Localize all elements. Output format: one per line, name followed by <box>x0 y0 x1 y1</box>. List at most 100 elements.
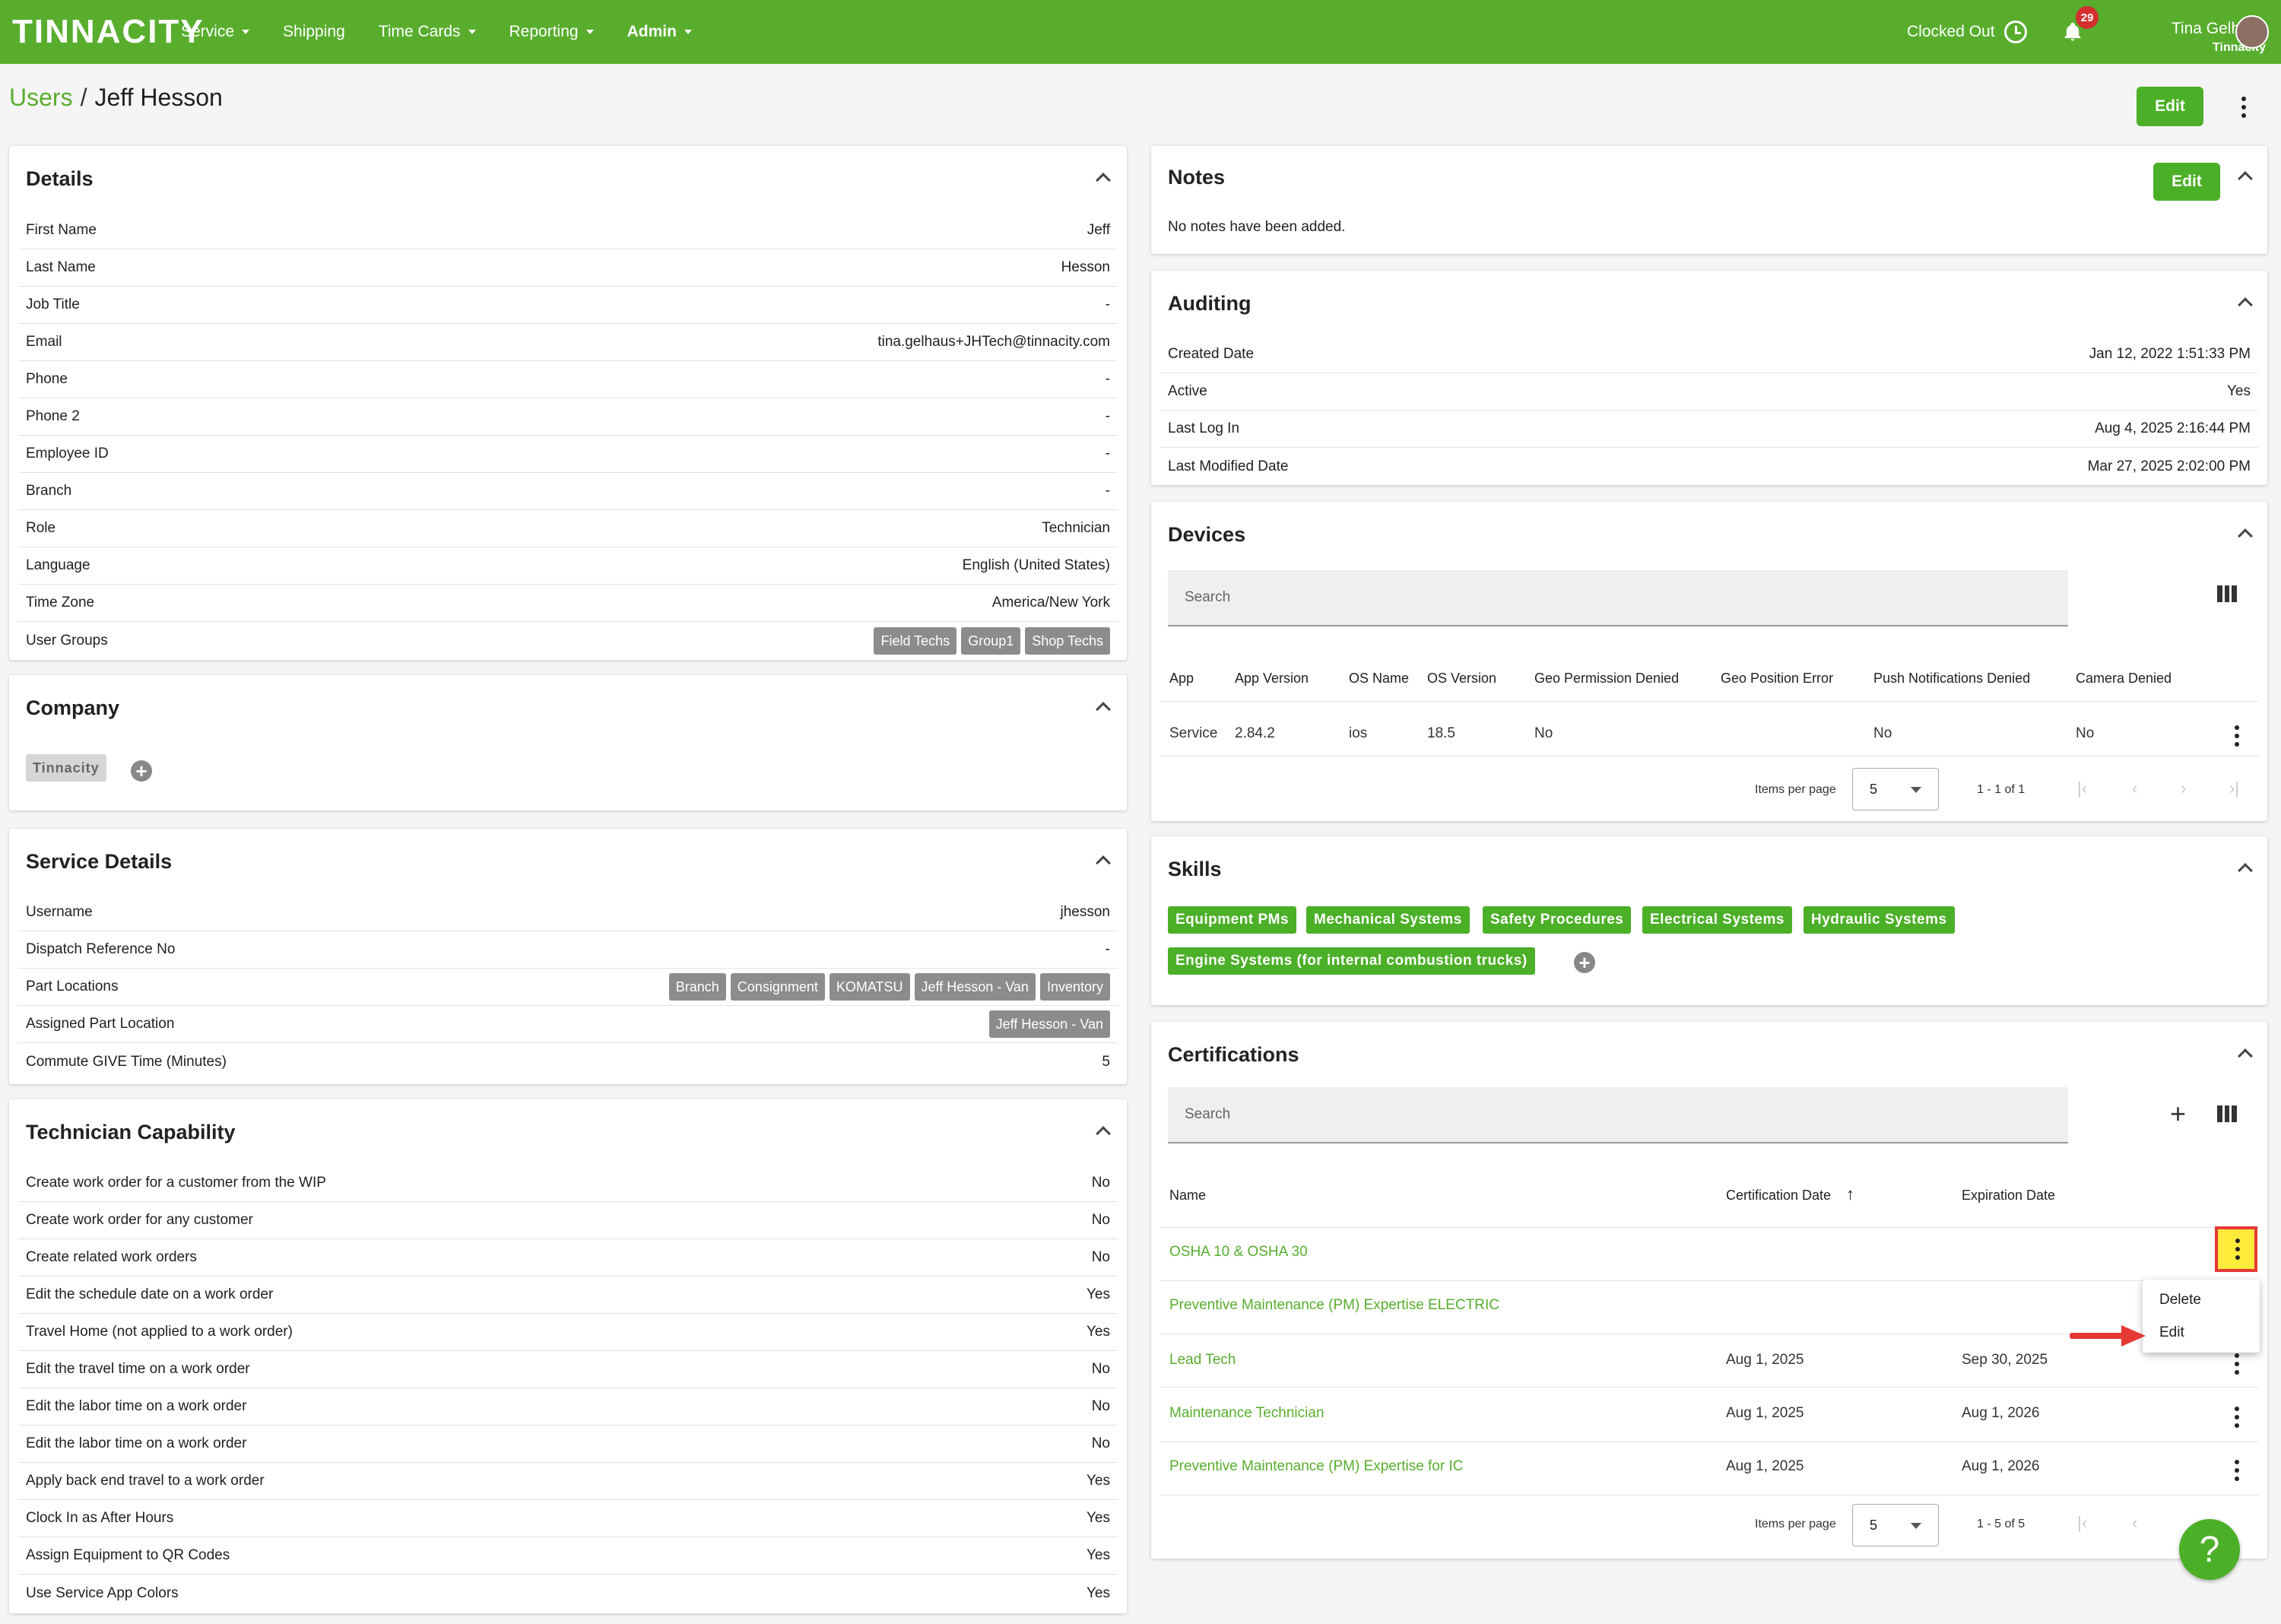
certifications-search-input[interactable]: Search <box>1168 1087 2068 1143</box>
certification-link[interactable]: Maintenance Technician <box>1169 1405 1325 1422</box>
detail-label: Employee ID <box>26 446 109 462</box>
user-group-chip[interactable]: Field Techs <box>874 626 957 655</box>
row-actions-icon[interactable] <box>2235 1239 2241 1260</box>
column-header[interactable]: Camera Denied <box>2076 671 2172 687</box>
add-skill-icon[interactable]: + <box>1574 952 1595 973</box>
highlighted-row-actions-button[interactable] <box>2215 1226 2257 1272</box>
collapse-chevron-icon[interactable] <box>1096 1126 1111 1141</box>
nav-label: Time Cards <box>378 23 461 40</box>
skill-chip[interactable]: Equipment PMs <box>1168 906 1297 934</box>
nav-admin[interactable]: Admin <box>627 23 692 41</box>
skill-chip[interactable]: Safety Procedures <box>1483 906 1632 934</box>
user-group-chip[interactable]: Group1 <box>961 626 1021 655</box>
collapse-chevron-icon[interactable] <box>1096 855 1111 871</box>
user-group-chip[interactable]: Shop Techs <box>1025 626 1110 655</box>
certification-link[interactable]: Preventive Maintenance (PM) Expertise fo… <box>1169 1458 1464 1475</box>
divider <box>1160 701 2258 702</box>
more-options-icon[interactable] <box>2241 97 2247 118</box>
add-company-icon[interactable]: + <box>131 760 152 782</box>
row-actions-icon[interactable] <box>2234 1460 2240 1481</box>
skill-chip[interactable]: Electrical Systems <box>1642 906 1792 934</box>
help-button[interactable]: ? <box>2179 1519 2240 1580</box>
row-actions-icon[interactable] <box>2234 1407 2240 1428</box>
table-cell: Aug 1, 2025 <box>1726 1458 1804 1474</box>
column-header-cert-date[interactable]: Certification Date <box>1726 1188 1831 1204</box>
previous-page-icon[interactable]: ‹ <box>2132 779 2137 798</box>
columns-icon[interactable] <box>2217 585 2238 602</box>
chevron-down-icon <box>242 30 250 34</box>
part-location-chip[interactable]: KOMATSU <box>829 973 910 1001</box>
app-logo[interactable]: TINNACITY <box>12 15 205 49</box>
collapse-chevron-icon[interactable] <box>1096 702 1111 717</box>
divider <box>1160 1387 2258 1388</box>
column-header[interactable]: App <box>1169 671 1194 687</box>
collapse-chevron-icon[interactable] <box>2238 171 2253 186</box>
detail-label: Time Zone <box>26 595 95 611</box>
column-header[interactable]: Geo Permission Denied <box>1534 671 1679 687</box>
sort-ascending-icon[interactable]: ↑ <box>1846 1185 1854 1204</box>
row-actions-icon[interactable] <box>2234 725 2240 747</box>
skill-chip[interactable]: Mechanical Systems <box>1306 906 1470 934</box>
collapse-chevron-icon[interactable] <box>2238 297 2253 312</box>
part-location-chip[interactable]: Branch <box>668 973 726 1001</box>
column-header[interactable]: OS Name <box>1349 671 1409 687</box>
nav-time-cards[interactable]: Time Cards <box>379 23 476 41</box>
devices-search-input[interactable]: Search <box>1168 570 2068 626</box>
row-actions-icon[interactable] <box>2234 1353 2240 1375</box>
detail-row: Employee ID - <box>18 436 1118 473</box>
menu-item-delete[interactable]: Delete <box>2159 1292 2201 1308</box>
capability-row: Create work order for a customer from th… <box>18 1165 1118 1202</box>
nav-service[interactable]: Service <box>181 23 250 41</box>
column-header[interactable]: App Version <box>1235 671 1309 687</box>
column-header-exp-date[interactable]: Expiration Date <box>1962 1188 2055 1204</box>
part-locations-row: Part Locations Branch Consignment KOMATS… <box>18 969 1118 1006</box>
part-location-chip[interactable]: Consignment <box>730 973 825 1001</box>
certification-link[interactable]: OSHA 10 & OSHA 30 <box>1169 1244 1308 1261</box>
part-location-chip[interactable]: Inventory <box>1039 973 1110 1001</box>
clock-status[interactable]: Clocked Out <box>1907 21 2027 43</box>
column-header[interactable]: Push Notifications Denied <box>1873 671 2030 687</box>
column-header[interactable]: OS Version <box>1427 671 1496 687</box>
collapse-chevron-icon[interactable] <box>2238 863 2253 878</box>
previous-page-icon[interactable]: ‹ <box>2132 1513 2137 1533</box>
detail-row: First Name Jeff <box>18 212 1118 249</box>
column-header-name[interactable]: Name <box>1169 1188 1206 1204</box>
breadcrumb-users-link[interactable]: Users <box>9 84 73 112</box>
certification-link[interactable]: Lead Tech <box>1169 1352 1236 1369</box>
chevron-down-icon <box>585 30 594 34</box>
notes-edit-button[interactable]: Edit <box>2153 163 2220 201</box>
capability-label: Create related work orders <box>26 1249 197 1265</box>
add-certification-icon[interactable]: + <box>2170 1098 2186 1130</box>
skill-chip[interactable]: Hydraulic Systems <box>1804 906 1955 934</box>
nav-shipping[interactable]: Shipping <box>283 23 345 41</box>
menu-item-edit[interactable]: Edit <box>2159 1324 2184 1341</box>
nav-reporting[interactable]: Reporting <box>509 23 594 41</box>
columns-icon[interactable] <box>2217 1105 2238 1122</box>
items-per-page-select[interactable]: 5 <box>1852 1504 1939 1546</box>
audit-label: Active <box>1168 383 1207 399</box>
column-header[interactable]: Geo Position Error <box>1721 671 1833 687</box>
last-page-icon[interactable]: ›| <box>2229 779 2239 798</box>
first-page-icon[interactable]: |‹ <box>2077 1513 2087 1533</box>
edit-user-button[interactable]: Edit <box>2137 87 2203 126</box>
detail-label: Email <box>26 334 62 350</box>
items-per-page-select[interactable]: 5 <box>1852 768 1939 810</box>
certification-link[interactable]: Preventive Maintenance (PM) Expertise EL… <box>1169 1297 1499 1314</box>
table-cell: Aug 1, 2025 <box>1726 1352 1804 1368</box>
avatar[interactable] <box>2235 15 2269 49</box>
capability-value: Yes <box>1087 1473 1110 1489</box>
collapse-chevron-icon[interactable] <box>2238 528 2253 544</box>
service-details-card: Service Details Username jhesson Dispatch… <box>9 829 1127 1084</box>
first-page-icon[interactable]: |‹ <box>2077 779 2087 798</box>
user-groups: Field Techs Group1 Shop Techs <box>874 626 1110 655</box>
breadcrumb: Users / Jeff Hesson <box>9 84 223 112</box>
collapse-chevron-icon[interactable] <box>1096 173 1111 188</box>
part-location-chip[interactable]: Jeff Hesson - Van <box>914 973 1036 1001</box>
company-chip[interactable]: Tinnacity <box>26 754 106 782</box>
next-page-icon[interactable]: › <box>2181 779 2186 798</box>
skill-chip[interactable]: Engine Systems (for internal combustion … <box>1168 947 1535 975</box>
assigned-location-chip[interactable]: Jeff Hesson - Van <box>988 1010 1110 1038</box>
collapse-chevron-icon[interactable] <box>2238 1048 2253 1064</box>
items-per-page-label: Items per page <box>1755 783 1836 796</box>
detail-label: Username <box>26 904 93 920</box>
